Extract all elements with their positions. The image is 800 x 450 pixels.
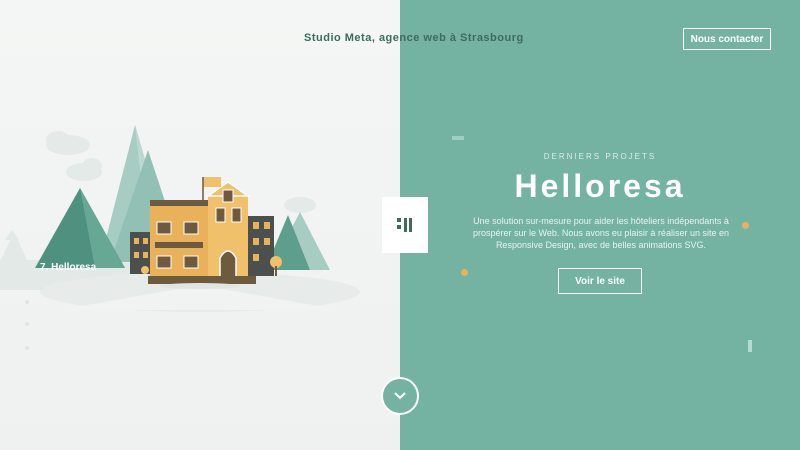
project-title: Helloresa [514,168,686,204]
contact-button[interactable]: Nous contacter [683,28,771,50]
slide-dot[interactable] [25,322,29,326]
confetti-decoration [452,136,464,140]
section-kicker: Derniers projets [543,152,657,161]
slide-label: 7. Helloresa [40,262,97,273]
site-tagline[interactable]: Studio Meta, agence web à Strasbourg [304,32,524,44]
project-description: Une solution sur-mesure pour aider les h… [473,216,729,250]
project-panel: Derniers projets Helloresa Une solution … [400,0,800,450]
slide-dot[interactable] [25,346,29,350]
hotel-illustration [0,125,360,312]
grid-toggle-button[interactable] [382,197,428,253]
illustration-panel: 7. Helloresa [0,0,400,450]
chevron-down-icon [394,392,406,400]
confetti-decoration [748,340,752,352]
confetti-decoration [742,222,749,229]
grid-toggle-icon [397,218,412,232]
view-site-button[interactable]: Voir le site [558,268,642,294]
confetti-decoration [461,269,468,276]
slide-dot[interactable] [25,300,29,304]
scroll-down-button[interactable] [381,377,419,415]
